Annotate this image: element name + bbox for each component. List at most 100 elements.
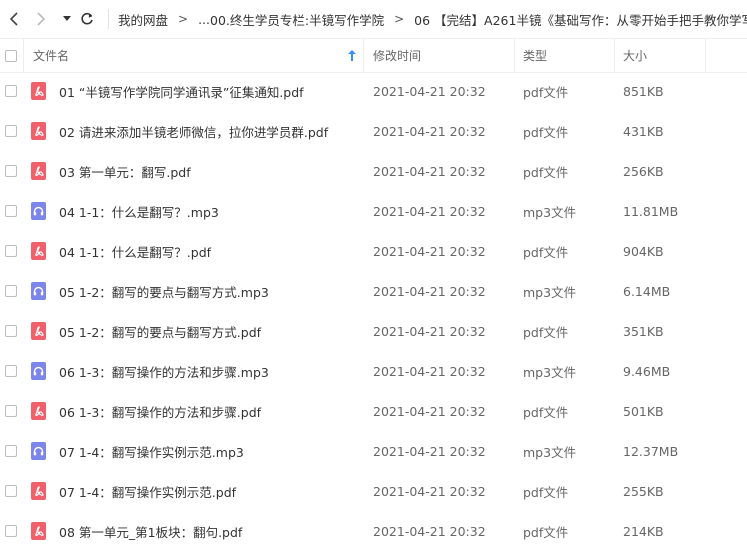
file-type: pdf文件 <box>523 524 569 540</box>
row-checkbox[interactable] <box>5 285 17 297</box>
file-icon-cell <box>31 191 46 231</box>
breadcrumb-item[interactable]: 06 【完结】A261半镜《基础写作：从零开始手把手教你学写作》 <box>414 10 747 29</box>
table-row[interactable]: 04 1-1：什么是翻写？.mp3 2021-04-21 20:32 mp3文件… <box>0 191 747 231</box>
file-name[interactable]: 06 1-3：翻写操作的方法和步骤.mp3 <box>59 362 269 381</box>
pdf-file-icon <box>31 402 46 420</box>
column-header-name-label: 文件名 <box>33 49 70 63</box>
file-list-header: 文件名 修改时间 类型 大小 <box>0 38 747 73</box>
file-name[interactable]: 06 1-3：翻写操作的方法和步骤.pdf <box>59 402 261 421</box>
file-size: 256KB <box>623 163 664 179</box>
refresh-button[interactable] <box>76 0 98 38</box>
column-header-modified-label: 修改时间 <box>373 49 422 63</box>
file-type: mp3文件 <box>523 204 577 220</box>
file-name[interactable]: 05 1-2：翻写的要点与翻写方式.pdf <box>59 322 261 341</box>
pdf-file-icon <box>31 162 46 180</box>
file-name[interactable]: 07 1-4：翻写操作实例示范.mp3 <box>59 442 244 461</box>
file-name[interactable]: 07 1-4：翻写操作实例示范.pdf <box>59 482 236 501</box>
table-row[interactable]: 02 请进来添加半镜老师微信，拉你进学员群.pdf 2021-04-21 20:… <box>0 111 747 151</box>
file-name[interactable]: 04 1-1：什么是翻写？.pdf <box>59 242 211 261</box>
file-name[interactable]: 08 第一单元_第1板块：翻句.pdf <box>59 522 242 541</box>
pdf-file-icon <box>31 522 46 540</box>
file-name[interactable]: 03 第一单元：翻写.pdf <box>59 162 191 181</box>
file-size: 351KB <box>623 323 664 339</box>
table-row[interactable]: 06 1-3：翻写操作的方法和步骤.mp3 2021-04-21 20:32 m… <box>0 351 747 391</box>
file-icon-cell <box>31 111 46 151</box>
row-checkbox[interactable] <box>5 325 17 337</box>
row-checkbox[interactable] <box>5 485 17 497</box>
row-select-cell <box>5 511 17 551</box>
file-size: 12.37MB <box>623 443 679 459</box>
table-row[interactable]: 03 第一单元：翻写.pdf 2021-04-21 20:32 pdf文件 25… <box>0 151 747 191</box>
select-all-checkbox[interactable] <box>5 49 17 62</box>
row-checkbox[interactable] <box>5 85 17 97</box>
history-dropdown-button[interactable] <box>56 0 78 38</box>
row-select-cell <box>5 231 17 271</box>
sort-asc-icon[interactable] <box>348 39 356 72</box>
breadcrumb-item[interactable]: 我的网盘 <box>118 10 168 29</box>
file-type: pdf文件 <box>523 164 569 180</box>
row-checkbox[interactable] <box>5 205 17 217</box>
file-name[interactable]: 01 “半镜写作学院同学通讯录”征集通知.pdf <box>59 82 304 101</box>
pdf-file-icon <box>31 122 46 140</box>
table-row[interactable]: 05 1-2：翻写的要点与翻写方式.mp3 2021-04-21 20:32 m… <box>0 271 747 311</box>
breadcrumb-item[interactable]: 00.终生学员专栏:半镜写作学院 <box>210 10 384 29</box>
file-modified-time: 2021-04-21 20:32 <box>373 203 486 219</box>
file-name[interactable]: 04 1-1：什么是翻写？.mp3 <box>59 202 219 221</box>
file-modified-time: 2021-04-21 20:32 <box>373 403 486 419</box>
table-row[interactable]: 05 1-2：翻写的要点与翻写方式.pdf 2021-04-21 20:32 p… <box>0 311 747 351</box>
breadcrumb: 我的网盘 > ... 00.终生学员专栏:半镜写作学院 > 06 【完结】A26… <box>118 0 747 38</box>
row-select-cell <box>5 271 17 311</box>
file-modified-time: 2021-04-21 20:32 <box>373 123 486 139</box>
breadcrumb-item[interactable]: ... <box>198 12 210 27</box>
chevron-right-icon <box>37 12 46 26</box>
file-name[interactable]: 02 请进来添加半镜老师微信，拉你进学员群.pdf <box>59 122 328 141</box>
row-select-cell <box>5 191 17 231</box>
file-modified-time: 2021-04-21 20:32 <box>373 83 486 99</box>
file-icon-cell <box>31 351 46 391</box>
forward-button[interactable] <box>30 0 52 38</box>
file-size: 851KB <box>623 83 664 99</box>
file-name[interactable]: 05 1-2：翻写的要点与翻写方式.mp3 <box>59 282 269 301</box>
column-header-size[interactable]: 大小 <box>623 39 647 72</box>
file-type: mp3文件 <box>523 284 577 300</box>
file-modified-time: 2021-04-21 20:32 <box>373 323 486 339</box>
table-row[interactable]: 07 1-4：翻写操作实例示范.mp3 2021-04-21 20:32 mp3… <box>0 431 747 471</box>
file-modified-time: 2021-04-21 20:32 <box>373 163 486 179</box>
file-type: pdf文件 <box>523 124 569 140</box>
audio-file-icon <box>31 202 46 220</box>
table-row[interactable]: 01 “半镜写作学院同学通讯录”征集通知.pdf 2021-04-21 20:3… <box>0 71 747 111</box>
row-checkbox[interactable] <box>5 365 17 377</box>
row-checkbox[interactable] <box>5 165 17 177</box>
row-checkbox[interactable] <box>5 405 17 417</box>
file-size: 255KB <box>623 483 664 499</box>
table-row[interactable]: 04 1-1：什么是翻写？.pdf 2021-04-21 20:32 pdf文件… <box>0 231 747 271</box>
table-row[interactable]: 07 1-4：翻写操作实例示范.pdf 2021-04-21 20:32 pdf… <box>0 471 747 511</box>
file-icon-cell <box>31 431 46 471</box>
row-checkbox[interactable] <box>5 125 17 137</box>
row-select-cell <box>5 391 17 431</box>
row-select-cell <box>5 471 17 511</box>
column-header-type[interactable]: 类型 <box>523 39 547 72</box>
select-all-cell <box>5 39 17 72</box>
table-row[interactable]: 06 1-3：翻写操作的方法和步骤.pdf 2021-04-21 20:32 p… <box>0 391 747 431</box>
file-modified-time: 2021-04-21 20:32 <box>373 443 486 459</box>
row-checkbox[interactable] <box>5 525 17 537</box>
file-icon-cell <box>31 231 46 271</box>
file-icon-cell <box>31 471 46 511</box>
row-checkbox[interactable] <box>5 245 17 257</box>
column-header-name[interactable]: 文件名 <box>33 39 69 72</box>
pdf-file-icon <box>31 482 46 500</box>
column-header-modified[interactable]: 修改时间 <box>373 39 421 72</box>
audio-file-icon <box>31 442 46 460</box>
table-row[interactable]: 08 第一单元_第1板块：翻句.pdf 2021-04-21 20:32 pdf… <box>0 511 747 551</box>
row-select-cell <box>5 71 17 111</box>
back-button[interactable] <box>3 0 25 38</box>
file-size: 214KB <box>623 523 664 539</box>
file-icon-cell <box>31 511 46 551</box>
file-modified-time: 2021-04-21 20:32 <box>373 363 486 379</box>
file-icon-cell <box>31 71 46 111</box>
row-checkbox[interactable] <box>5 445 17 457</box>
file-modified-time: 2021-04-21 20:32 <box>373 283 486 299</box>
file-size: 6.14MB <box>623 283 671 299</box>
file-type: pdf文件 <box>523 84 569 100</box>
